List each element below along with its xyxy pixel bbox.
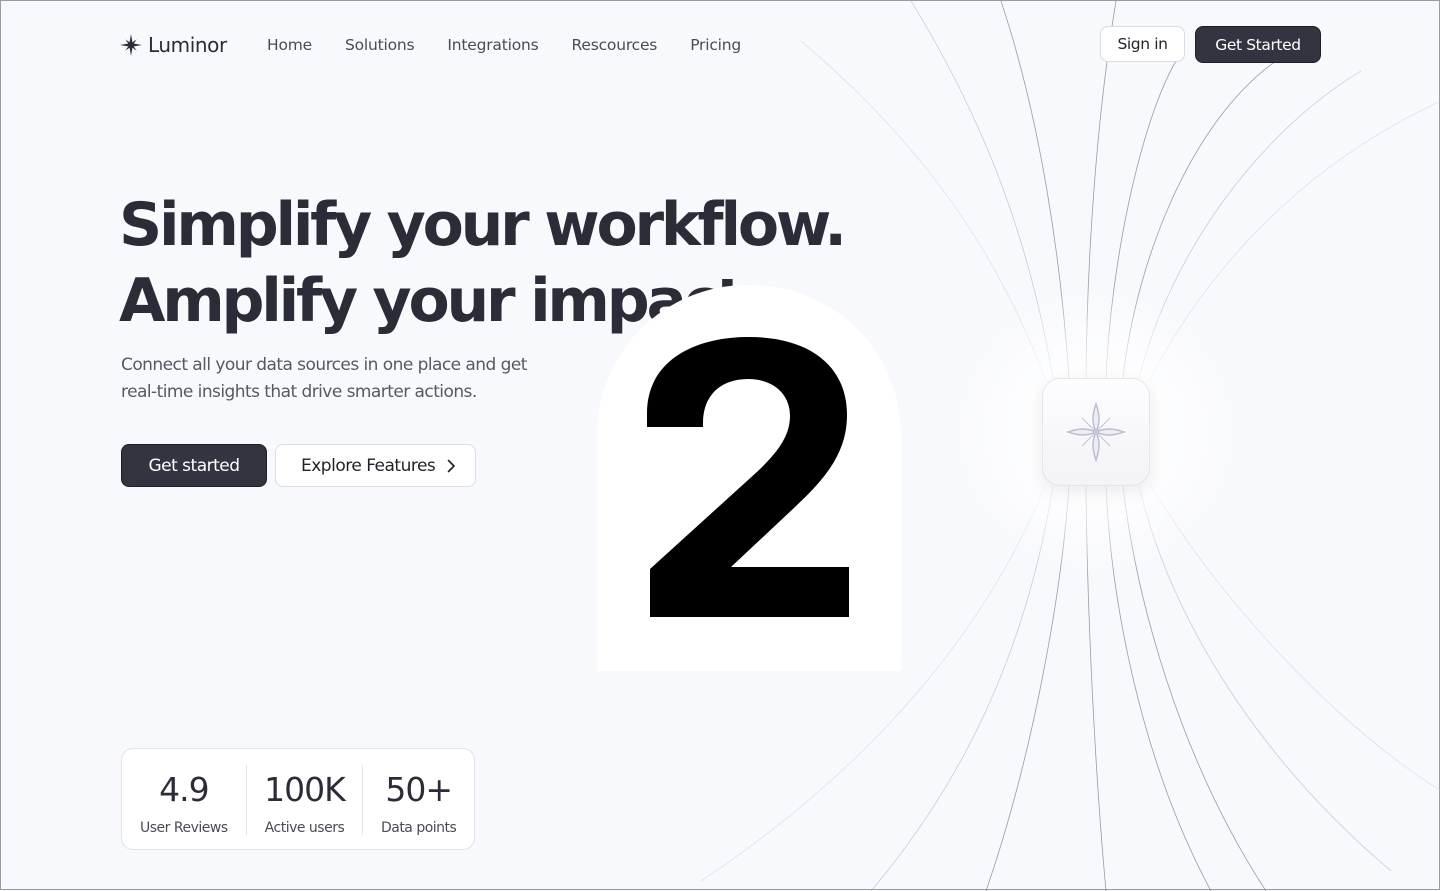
- stat-data-points: 50+ Data points: [362, 765, 474, 836]
- nav-resources[interactable]: Rescources: [572, 36, 658, 54]
- stats-card: 4.9 User Reviews 100K Active users 50+ D…: [121, 748, 475, 850]
- hero-title-line-1: Simplify your workflow.: [119, 190, 847, 260]
- explore-features-label: Explore Features: [301, 455, 436, 476]
- stat-users: 100K Active users: [245, 765, 363, 836]
- nav-solutions[interactable]: Solutions: [345, 36, 415, 54]
- sign-in-button[interactable]: Sign in: [1100, 26, 1185, 62]
- main-nav: Home Solutions Integrations Rescources P…: [267, 36, 741, 54]
- chevron-right-icon: [447, 459, 455, 473]
- brand-logo[interactable]: Luminor: [120, 33, 227, 57]
- hero-subtitle: Connect all your data sources in one pla…: [121, 355, 527, 402]
- overlay-digit-text: 2: [599, 263, 600, 264]
- explore-features-button[interactable]: Explore Features: [275, 444, 476, 487]
- stat-reviews: 4.9 User Reviews: [122, 749, 246, 849]
- stat-label: Active users: [264, 820, 345, 836]
- get-started-header-button[interactable]: Get Started: [1195, 26, 1321, 63]
- overlay-digit: 2: [599, 263, 849, 617]
- get-started-button[interactable]: Get started: [121, 444, 267, 487]
- nav-home[interactable]: Home: [267, 36, 312, 54]
- stat-value: 50+: [385, 770, 453, 809]
- stat-value: 4.9: [159, 770, 209, 809]
- brand-name: Luminor: [148, 33, 227, 57]
- stat-label: Data points: [380, 820, 457, 836]
- stat-value: 100K: [264, 770, 346, 809]
- stat-label: User Reviews: [140, 820, 228, 836]
- integration-hub-card[interactable]: [1042, 378, 1150, 486]
- flower-icon: [1065, 401, 1127, 463]
- nav-pricing[interactable]: Pricing: [690, 36, 741, 54]
- sparkle-icon: [120, 34, 142, 56]
- nav-integrations[interactable]: Integrations: [447, 36, 538, 54]
